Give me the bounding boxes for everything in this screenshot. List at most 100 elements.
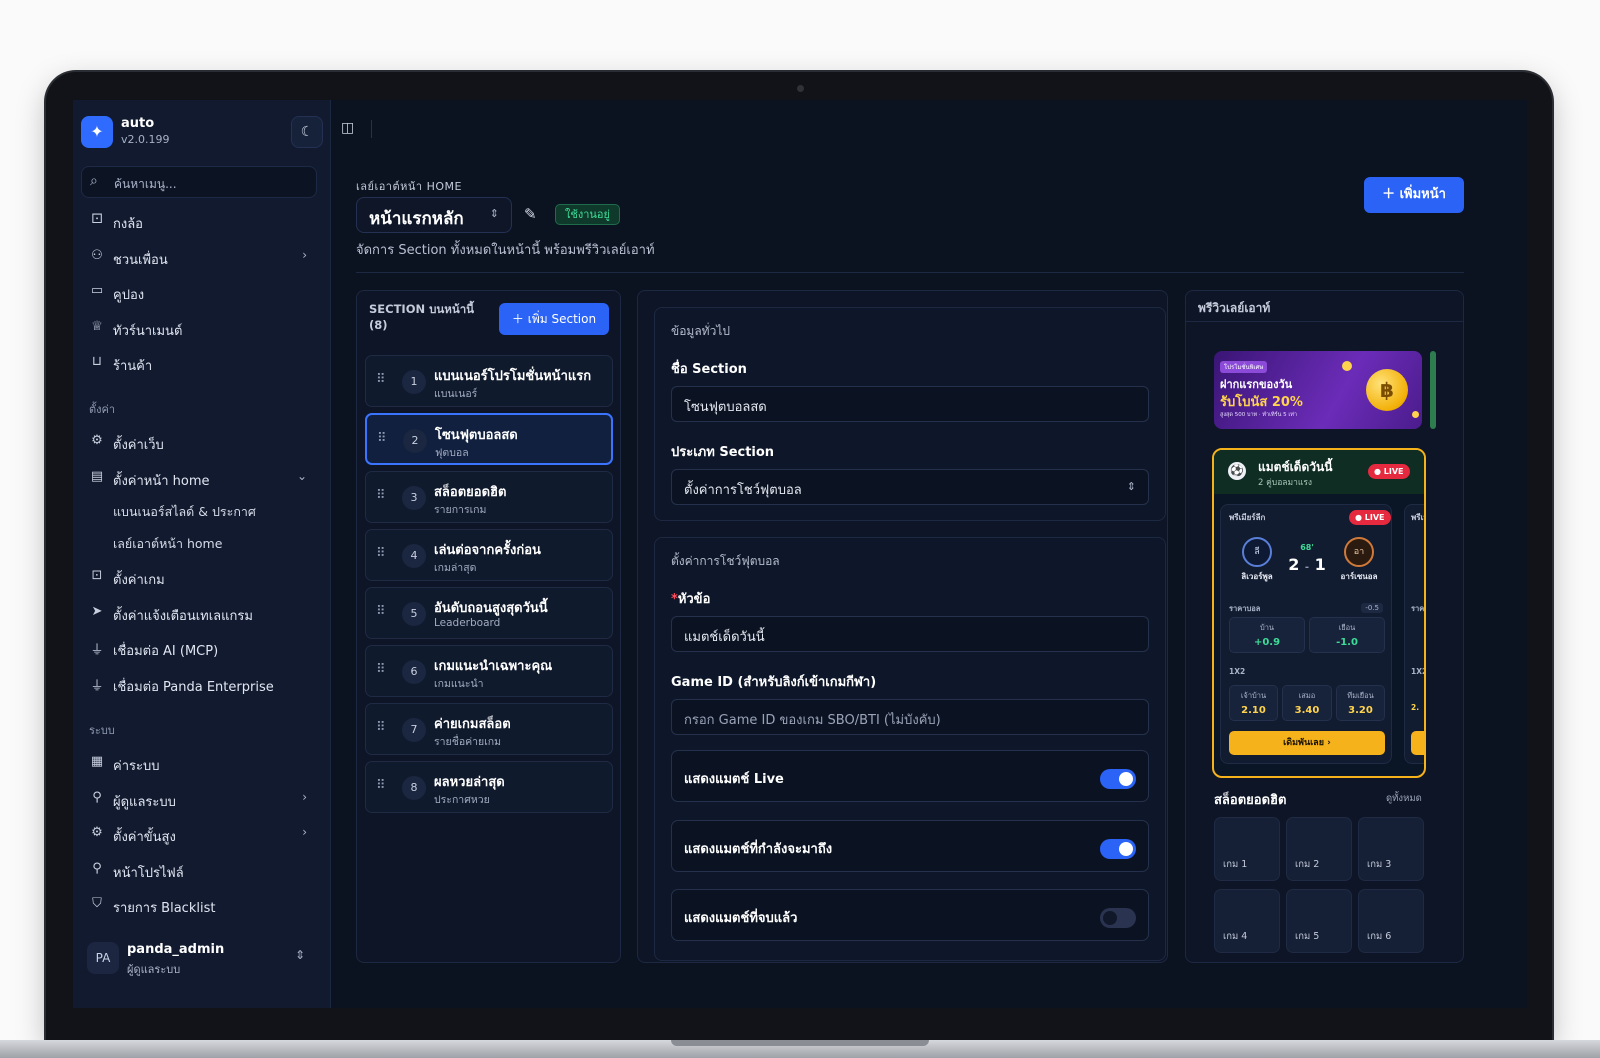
match-score: 2 - 1 xyxy=(1287,555,1327,574)
sidebar-item-tournament[interactable]: ♕ ทัวร์นาเมนต์ xyxy=(81,313,317,343)
section-name-input[interactable]: โซนฟุตบอลสด xyxy=(671,386,1149,422)
theme-toggle-button[interactable]: ☾ xyxy=(291,116,323,148)
plug-icon: ⏚ xyxy=(90,679,104,694)
match-minute: 68' xyxy=(1300,543,1314,552)
section-item[interactable]: ⠿ 5 อันดับถอนสูงสุดวันนี้ Leaderboard xyxy=(365,587,613,639)
menu-search[interactable]: ⌕ ค้นหาเมนู... xyxy=(81,166,317,198)
bet-now-button[interactable]: เดิมพันเลย › xyxy=(1229,731,1385,755)
x12-label: 1X2 xyxy=(1411,667,1426,676)
odd-2[interactable]: ทีมเยือน 3.20 xyxy=(1336,685,1385,721)
drag-handle-icon[interactable]: ⠿ xyxy=(376,372,386,387)
game-tile[interactable]: เกม 6 xyxy=(1358,889,1424,953)
drag-handle-icon[interactable]: ⠿ xyxy=(377,431,387,446)
see-all-link[interactable]: ดูทั้งหมด xyxy=(1386,791,1422,806)
game-tile[interactable]: เกม 2 xyxy=(1286,817,1352,881)
section-type-select[interactable]: ตั้งค่าการโชว์ฟุตบอล ⇕ xyxy=(671,469,1149,505)
odd-value: +0.9 xyxy=(1253,637,1281,648)
odd-1[interactable]: เจ้าบ้าน 2.10 xyxy=(1229,685,1278,721)
search-placeholder: ค้นหาเมนู... xyxy=(114,177,177,191)
section-item[interactable]: ⠿ 6 เกมแนะนำเฉพาะคุณ เกมแนะนำ xyxy=(365,645,613,697)
add-page-button[interactable]: ＋ เพิ่มหน้า xyxy=(1364,177,1464,213)
odd-label: เจ้าบ้าน xyxy=(1240,691,1267,700)
plus-icon: ＋ xyxy=(511,312,528,326)
user-icon: ⚲ xyxy=(92,790,102,805)
sidebar-subitem-banner[interactable]: แบนเนอร์สไลด์ & ประกาศ xyxy=(113,502,256,522)
user-plus-icon: ⚇ xyxy=(91,248,103,263)
user-menu[interactable]: PA panda_admin ผู้ดูแลระบบ ⇕ xyxy=(81,938,317,982)
game-tile[interactable]: เกม 1 xyxy=(1214,817,1280,881)
sidebar-item-panda[interactable]: ⏚ เชื่อมต่อ Panda Enterprise xyxy=(81,669,317,699)
upcoming-toggle[interactable] xyxy=(1100,839,1136,859)
section-title: ผลหวยล่าสุด xyxy=(434,775,505,790)
odd-away[interactable]: เยือน -1.0 xyxy=(1309,617,1385,653)
user-role: ผู้ดูแลระบบ xyxy=(127,963,181,976)
sidebar-item-label: ตั้งค่าหน้า home xyxy=(113,474,210,489)
section-list-title: SECTION บนหน้านี้ (8) xyxy=(369,301,474,333)
sidebar-item-invite[interactable]: ⚇ ชวนเพื่อน › xyxy=(81,242,317,272)
camera xyxy=(797,85,804,92)
gameid-input[interactable]: กรอก Game ID ของเกม SBO/BTI (ไม่บังคับ) xyxy=(671,699,1149,735)
section-item[interactable]: ⠿ 2 โซนฟุตบอลสด ฟุตบอล xyxy=(365,413,613,465)
status-badge: ใช้งานอยู่ xyxy=(555,204,620,225)
add-section-button[interactable]: ＋ เพิ่ม Section xyxy=(499,303,609,335)
sidebar-item-label: ตั้งค่าขั้นสูง xyxy=(113,830,176,845)
section-item[interactable]: ⠿ 3 สล็อตยอดฮิต รายการเกม xyxy=(365,471,613,523)
page-title: หน้าแรกหลัก xyxy=(369,209,464,229)
sidebar-item-system-values[interactable]: ▦ ค่าระบบ xyxy=(81,748,317,778)
plug-icon: ⏚ xyxy=(90,643,104,658)
odd-value: 2. xyxy=(1411,703,1420,712)
finished-toggle[interactable] xyxy=(1100,908,1136,928)
app-version: v2.0.199 xyxy=(121,133,170,146)
sidebar-item-advanced[interactable]: ⚙ ตั้งค่าขั้นสูง › xyxy=(81,819,317,849)
drag-handle-icon[interactable]: ⠿ xyxy=(376,604,386,619)
drag-handle-icon[interactable]: ⠿ xyxy=(376,720,386,735)
pencil-icon[interactable]: ✎ xyxy=(524,205,537,223)
game-tile[interactable]: เกม 5 xyxy=(1286,889,1352,953)
section-item[interactable]: ⠿ 7 ค่ายเกมสล็อต รายชื่อค่ายเกม xyxy=(365,703,613,755)
drag-handle-icon[interactable]: ⠿ xyxy=(376,488,386,503)
divider xyxy=(371,120,372,138)
game-tile[interactable]: เกม 3 xyxy=(1358,817,1424,881)
sidebar-subitem-home-layout[interactable]: เลย์เอาต์หน้า home xyxy=(113,534,222,554)
sidebar-item-telegram[interactable]: ➤ ตั้งค่าแจ้งเตือนเทเลแกรม xyxy=(81,598,317,628)
sidebar-item-game-settings[interactable]: ⊡ ตั้งค่าเกม xyxy=(81,562,317,592)
live-badge: ● LIVE xyxy=(1349,510,1391,525)
section-name-value: โซนฟุตบอลสด xyxy=(684,400,767,415)
sidebar-item-coupon[interactable]: ▭ คูปอง xyxy=(81,277,317,307)
sidebar-item-home-settings[interactable]: ▤ ตั้งค่าหน้า home ⌄ xyxy=(81,463,317,493)
drag-handle-icon[interactable]: ⠿ xyxy=(376,778,386,793)
sidebar-toggle-icon[interactable]: ◫ xyxy=(341,120,361,138)
sidebar-item-profile[interactable]: ⚲ หน้าโปรไฟล์ xyxy=(81,855,317,885)
sidebar-item-mcp[interactable]: ⏚ เชื่อมต่อ AI (MCP) xyxy=(81,633,317,663)
sidebar-item-shop[interactable]: ⊔ ร้านค้า xyxy=(81,348,317,378)
odd-home[interactable]: บ้าน +0.9 xyxy=(1229,617,1305,653)
sidebar-item-wheel[interactable]: ⚀ กงล้อ xyxy=(81,206,317,236)
match-card[interactable]: พรีเมียร์ลีก ● LIVE ลี ลิเวอร์พูล 68' 2 … xyxy=(1220,504,1392,764)
section-item[interactable]: ⠿ 4 เล่นต่อจากครั้งก่อน เกมล่าสุด xyxy=(365,529,613,581)
section-item[interactable]: ⠿ 1 แบนเนอร์โปรโมชั่นหน้าแรก แบนเนอร์ xyxy=(365,355,613,407)
send-icon: ➤ xyxy=(91,604,103,619)
add-page-label: เพิ่มหน้า xyxy=(1399,187,1446,202)
sidebar-item-admins[interactable]: ⚲ ผู้ดูแลระบบ › xyxy=(81,784,317,814)
section-item[interactable]: ⠿ 8 ผลหวยล่าสุด ประกาศหวย xyxy=(365,761,613,813)
odd-label: ทีมเยือน xyxy=(1347,691,1374,700)
drag-handle-icon[interactable]: ⠿ xyxy=(376,546,386,561)
sidebar-item-web-settings[interactable]: ⚙ ตั้งค่าเว็บ xyxy=(81,427,317,457)
handicap-label: ราคาบ xyxy=(1411,604,1425,613)
home-team: ลี ลิเวอร์พูล xyxy=(1227,537,1287,583)
section-subtitle: แบนเนอร์ xyxy=(434,388,478,400)
promo-banner[interactable]: โปรโมชั่นพิเศษ ฝากแรกของวัน รับโบนัส 20%… xyxy=(1214,351,1422,429)
football-settings-group: ตั้งค่าการโชว์ฟุตบอล *หัวข้อ แมตช์เด็ดวั… xyxy=(654,537,1166,961)
sidebar-item-blacklist[interactable]: ⛉ รายการ Blacklist xyxy=(81,890,317,920)
sidebar-item-label: เชื่อมต่อ AI (MCP) xyxy=(113,644,219,659)
heading-input[interactable]: แมตช์เด็ดวันนี้ xyxy=(671,616,1149,652)
football-section-preview: ⚽ แมตช์เด็ดวันนี้ 2 คู่บอลมาแรง ● LIVE พ… xyxy=(1212,448,1426,778)
slots-title: สล็อตยอดฮิต xyxy=(1214,793,1287,808)
drag-handle-icon[interactable]: ⠿ xyxy=(376,662,386,677)
section-type-value: ตั้งค่าการโชว์ฟุตบอล xyxy=(684,483,802,498)
live-toggle[interactable] xyxy=(1100,769,1136,789)
page-selector[interactable]: หน้าแรกหลัก ⇕ xyxy=(356,197,512,233)
game-tile[interactable]: เกม 4 xyxy=(1214,889,1280,953)
odd-value: 2.10 xyxy=(1241,705,1266,716)
odd-x[interactable]: เสมอ 3.40 xyxy=(1282,685,1332,721)
